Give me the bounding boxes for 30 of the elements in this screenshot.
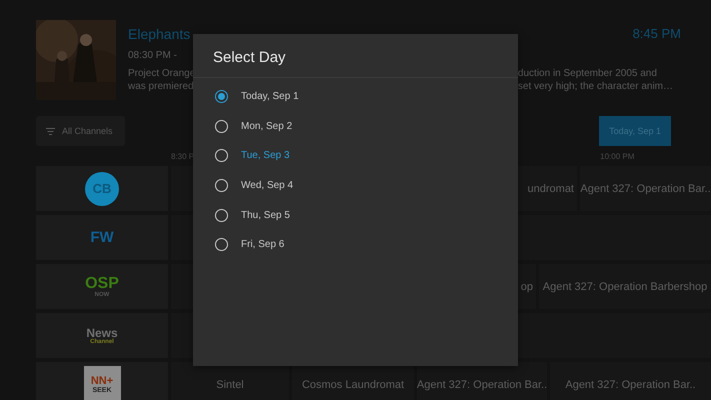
clock: 8:45 PM bbox=[632, 26, 681, 42]
day-option[interactable]: Mon, Sep 2 bbox=[241, 120, 292, 132]
radio-button[interactable] bbox=[215, 120, 228, 133]
program-description: duction in September 2005 and bbox=[518, 68, 657, 79]
day-option[interactable]: Wed, Sep 4 bbox=[241, 180, 294, 192]
program-cell[interactable]: Agent 327: Operation Barbershop bbox=[539, 264, 711, 309]
radio-button[interactable] bbox=[215, 90, 228, 104]
program-cell[interactable]: Sintel bbox=[171, 362, 289, 400]
channel-cell[interactable]: FW bbox=[36, 215, 168, 260]
program-description: set very high; the character anim… bbox=[518, 81, 673, 92]
radio-button[interactable] bbox=[215, 179, 228, 192]
day-option[interactable]: Thu, Sep 5 bbox=[241, 210, 290, 221]
channel-logo: CB bbox=[85, 172, 119, 206]
day-option[interactable]: Fri, Sep 6 bbox=[241, 239, 284, 250]
program-time: 08:30 PM - bbox=[128, 50, 177, 61]
day-option[interactable]: Today, Sep 1 bbox=[241, 91, 299, 102]
filter-icon bbox=[46, 128, 55, 134]
radio-button[interactable] bbox=[215, 149, 228, 162]
day-option[interactable]: Tue, Sep 3 bbox=[241, 150, 290, 162]
program-cell[interactable]: Agent 327: Operation Bar.. bbox=[550, 362, 711, 400]
program-description: was premiered bbox=[128, 81, 195, 92]
dialog-title: Select Day bbox=[193, 34, 518, 78]
filter-button[interactable]: All Channels bbox=[36, 116, 125, 146]
channel-logo: FW bbox=[90, 229, 114, 246]
channel-cell[interactable]: CB bbox=[36, 166, 168, 211]
program-title: Elephants bbox=[128, 26, 190, 42]
program-cell[interactable]: Agent 327: Operation Bar.. bbox=[417, 362, 547, 400]
radio-button[interactable] bbox=[215, 238, 228, 252]
radio-button[interactable] bbox=[215, 208, 228, 222]
program-cell[interactable]: Agent 327: Operation Bar.. bbox=[580, 166, 711, 211]
